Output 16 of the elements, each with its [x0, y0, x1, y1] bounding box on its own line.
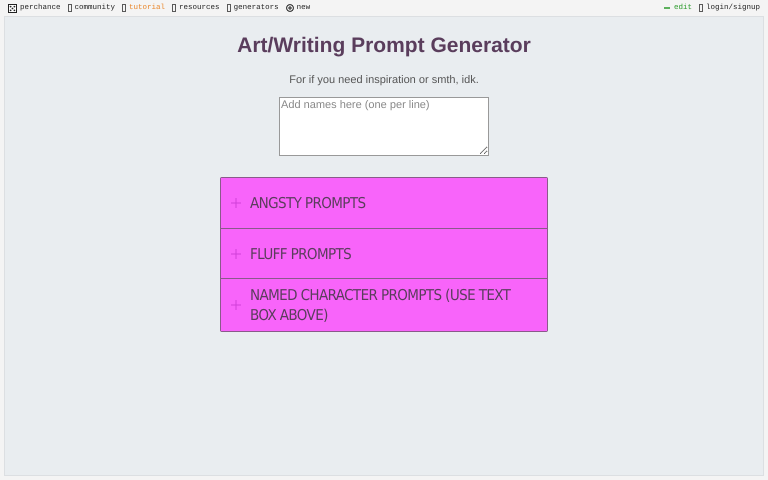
box-icon: [698, 4, 703, 12]
page-title: Art/Writing Prompt Generator: [237, 34, 531, 58]
accordion-header[interactable]: FLUFF PROMPTS: [221, 228, 547, 278]
names-field[interactable]: Add names here (one per line): [279, 97, 489, 156]
box-icon: [172, 4, 176, 12]
plus-icon: [231, 300, 241, 310]
add-icon: [286, 4, 294, 12]
plus-icon: [231, 198, 241, 208]
accordion-header[interactable]: ANGSTY PROMPTS: [221, 178, 547, 228]
box-icon: [122, 4, 126, 12]
box-icon: [68, 4, 72, 12]
dice-icon: [8, 4, 17, 12]
accordion-header[interactable]: NAMED CHARACTER PROMPTS (USE TEXT BOX ABOVE): [221, 278, 547, 331]
box-icon: [226, 4, 231, 12]
subtitle: For if you need inspiration or smth, idk.: [289, 74, 479, 86]
plus-icon: [231, 248, 241, 258]
